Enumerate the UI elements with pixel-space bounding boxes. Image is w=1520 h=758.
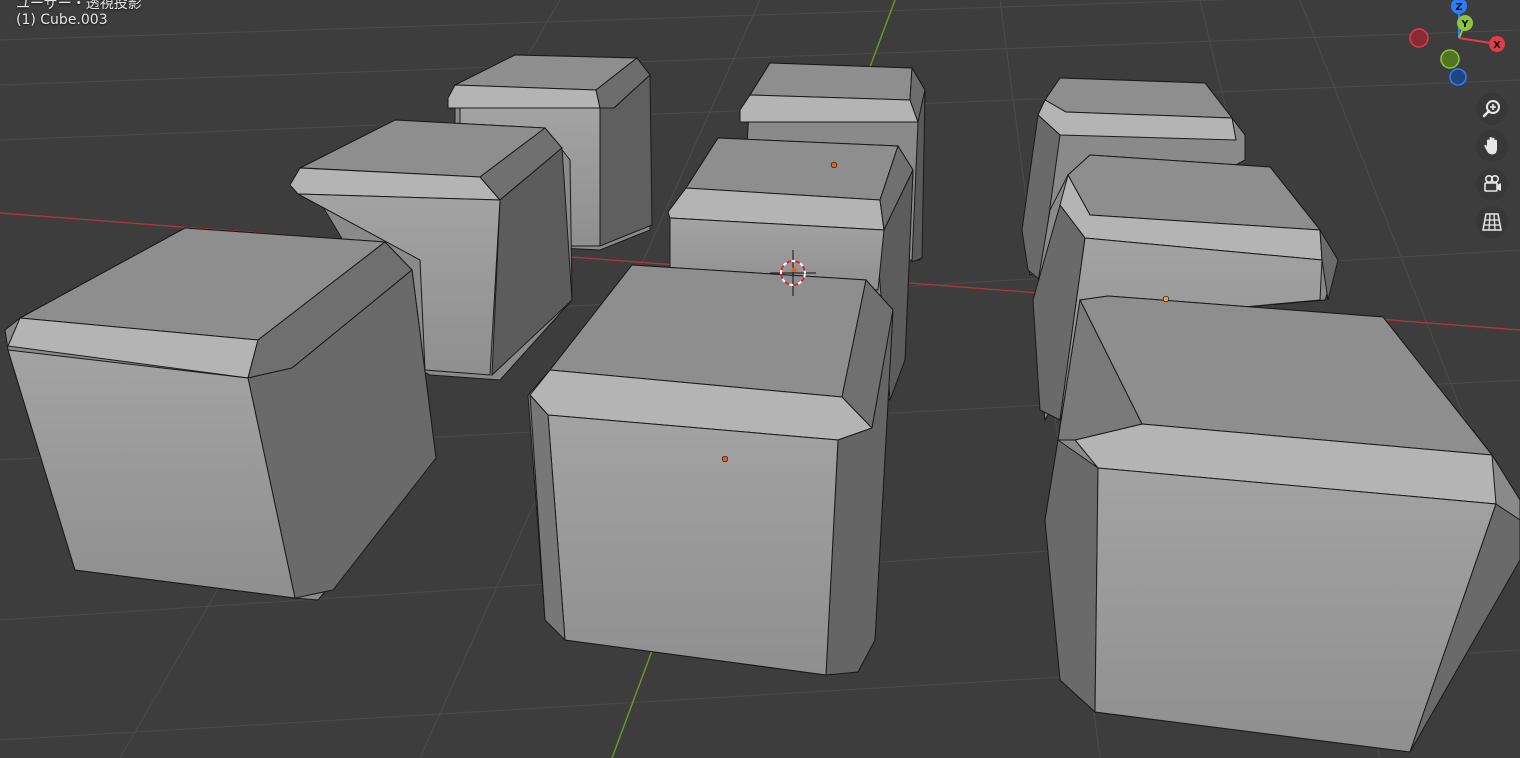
- camera-view-button[interactable]: [1476, 168, 1508, 200]
- active-object-label: (1) Cube.003: [16, 12, 108, 28]
- zoom-icon: [1482, 100, 1500, 118]
- x-axis-handle[interactable]: X: [1489, 36, 1505, 52]
- y-axis-handle[interactable]: Y: [1457, 15, 1473, 31]
- pan-button[interactable]: [1476, 130, 1508, 162]
- neg-z-axis-handle[interactable]: [1449, 68, 1467, 86]
- z-axis-handle[interactable]: Z: [1451, 0, 1467, 14]
- cube-front-center[interactable]: [527, 264, 894, 676]
- viewport-scene[interactable]: [0, 0, 1520, 758]
- cube-front-left[interactable]: [4, 227, 437, 601]
- z-axis-label: Z: [1455, 2, 1462, 13]
- camera-icon: [1484, 174, 1501, 192]
- perspective-toggle-button[interactable]: [1476, 206, 1508, 238]
- hand-icon: [1484, 137, 1497, 155]
- 3d-viewport[interactable]: ユーザー・透視投影 (1) Cube.003 Z Y X: [0, 0, 1520, 758]
- cube-front-right[interactable]: [1044, 295, 1520, 753]
- grid-icon: [1482, 213, 1502, 231]
- zoom-button[interactable]: [1476, 93, 1508, 125]
- y-axis-label: Y: [1460, 19, 1469, 30]
- navigation-gizmo[interactable]: Z Y X: [1400, 0, 1520, 92]
- x-axis-label: X: [1493, 40, 1501, 51]
- neg-x-axis-handle[interactable]: [1409, 28, 1429, 48]
- neg-y-axis-handle[interactable]: [1440, 49, 1460, 69]
